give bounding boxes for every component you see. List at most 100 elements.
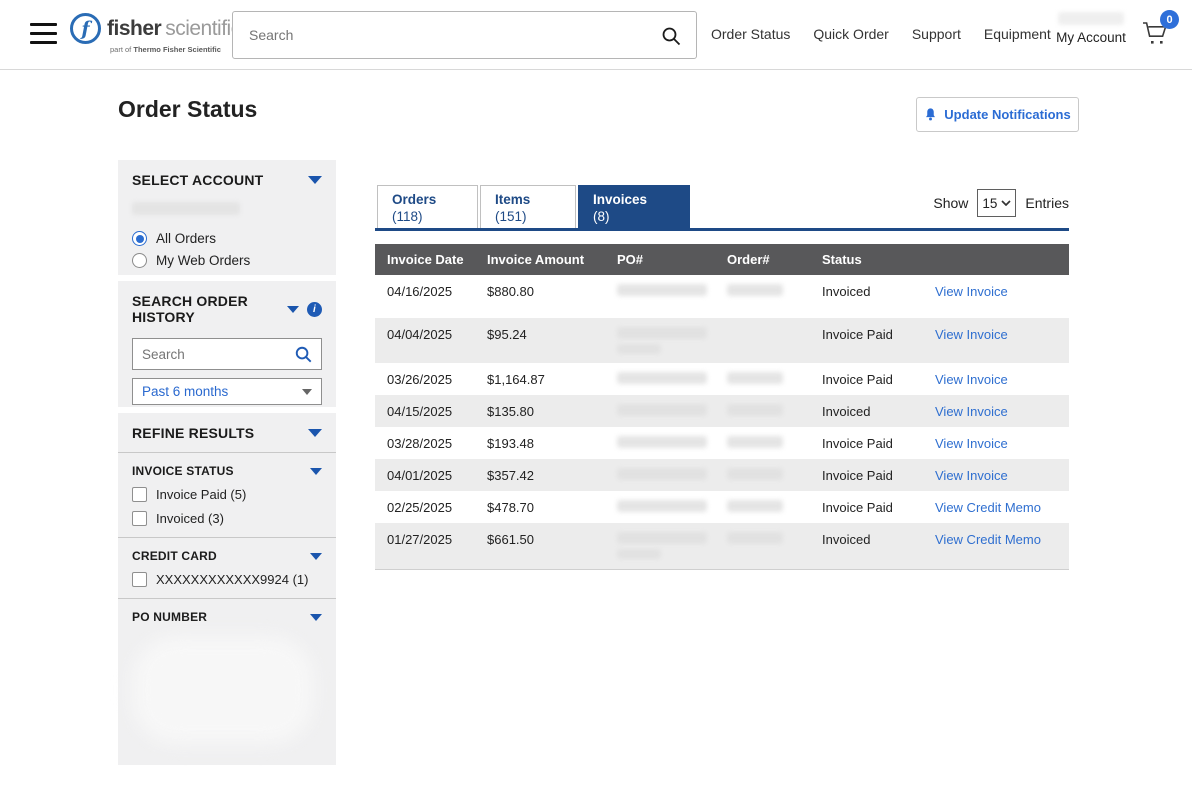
redacted-order-number — [727, 468, 783, 480]
chevron-down-icon[interactable] — [310, 614, 322, 621]
invoice-amount-cell: $135.80 — [475, 395, 605, 427]
credit-card-title: CREDIT CARD — [132, 549, 217, 563]
redacted-order-number — [727, 532, 783, 544]
view-invoice-link[interactable]: View Invoice — [935, 284, 1008, 299]
date-range-select[interactable]: Past 6 months — [132, 378, 322, 405]
radio-my-web-orders[interactable]: My Web Orders — [132, 253, 322, 268]
order-number-cell — [715, 459, 810, 491]
filter-invoiced[interactable]: Invoiced (3) — [132, 511, 322, 526]
po-number-cell — [605, 523, 715, 569]
checkbox-icon — [132, 511, 147, 526]
search-icon[interactable] — [294, 345, 313, 369]
redacted-order-number — [727, 372, 783, 384]
view-invoice-link[interactable]: View Credit Memo — [935, 500, 1041, 515]
refine-results-title: REFINE RESULTS — [132, 425, 254, 441]
chevron-down-icon[interactable] — [287, 306, 299, 313]
redacted-po-number — [617, 532, 707, 544]
invoice-status-title: INVOICE STATUS — [132, 464, 234, 478]
tab-items[interactable]: Items (151) — [480, 185, 576, 228]
invoice-date-cell: 02/25/2025 — [375, 491, 475, 523]
search-input[interactable] — [233, 12, 653, 58]
nav-support[interactable]: Support — [912, 26, 961, 42]
redacted-order-number — [727, 436, 783, 448]
radio-all-orders[interactable]: All Orders — [132, 231, 322, 246]
table-row: 04/16/2025 $880.80 Invoiced View Invoice — [375, 275, 1069, 318]
update-notifications-button[interactable]: Update Notifications — [916, 97, 1079, 132]
menu-icon[interactable] — [30, 23, 57, 44]
invoice-date-cell: 04/04/2025 — [375, 318, 475, 363]
invoice-date-cell: 01/27/2025 — [375, 523, 475, 569]
search-icon[interactable] — [660, 25, 682, 52]
chevron-down-icon[interactable] — [308, 429, 322, 437]
view-invoice-link[interactable]: View Invoice — [935, 404, 1008, 419]
status-cell: Invoice Paid — [810, 491, 923, 523]
table-row: 02/25/2025 $478.70 Invoice Paid View Cre… — [375, 491, 1069, 523]
po-number-cell — [605, 491, 715, 523]
order-status-page: f fisher scientific part of Thermo Fishe… — [0, 0, 1192, 793]
chevron-down-icon[interactable] — [308, 176, 322, 184]
table-row: 04/01/2025 $357.42 Invoice Paid View Inv… — [375, 459, 1069, 491]
redacted-po-filters — [132, 636, 314, 744]
redacted-po-number — [617, 327, 707, 339]
invoice-date-cell: 04/15/2025 — [375, 395, 475, 427]
chevron-down-icon[interactable] — [310, 468, 322, 475]
view-invoice-link[interactable]: View Invoice — [935, 372, 1008, 387]
redacted-po-number — [617, 468, 707, 480]
table-row: 04/15/2025 $135.80 Invoiced View Invoice — [375, 395, 1069, 427]
chevron-down-icon[interactable] — [310, 553, 322, 560]
redacted-po-number — [617, 500, 707, 512]
po-number-cell — [605, 318, 715, 363]
po-number-cell — [605, 275, 715, 318]
action-cell: View Invoice — [923, 275, 1069, 318]
col-invoice-amount: Invoice Amount — [475, 252, 605, 267]
po-number-cell — [605, 427, 715, 459]
nav-order-status[interactable]: Order Status — [711, 26, 790, 42]
action-cell: View Credit Memo — [923, 523, 1069, 569]
order-history-search — [132, 338, 322, 370]
po-number-cell — [605, 459, 715, 491]
po-number-cell — [605, 395, 715, 427]
filter-credit-card[interactable]: XXXXXXXXXXXX9924 (1) — [132, 572, 322, 587]
action-cell: View Invoice — [923, 427, 1069, 459]
view-invoice-link[interactable]: View Invoice — [935, 436, 1008, 451]
col-invoice-date: Invoice Date — [375, 252, 475, 267]
search-order-history-title: SEARCH ORDER HISTORY — [132, 293, 287, 325]
top-nav-links: Order Status Quick Order Support Equipme… — [711, 26, 1051, 42]
invoices-table: Invoice Date Invoice Amount PO# Order# S… — [375, 244, 1069, 570]
action-cell: View Invoice — [923, 395, 1069, 427]
action-cell: View Invoice — [923, 318, 1069, 363]
tab-invoices[interactable]: Invoices (8) — [578, 185, 690, 228]
order-number-cell — [715, 395, 810, 427]
nav-equipment[interactable]: Equipment — [984, 26, 1051, 42]
view-invoice-link[interactable]: View Invoice — [935, 327, 1008, 342]
my-account-menu[interactable]: My Account — [1052, 12, 1130, 47]
brand-name-bold: fisher — [107, 17, 161, 41]
select-account-title: SELECT ACCOUNT — [132, 172, 263, 188]
checkbox-icon — [132, 487, 147, 502]
table-row: 01/27/2025 $661.50 Invoiced View Credit … — [375, 523, 1069, 569]
invoice-amount-cell: $661.50 — [475, 523, 605, 569]
view-invoice-link[interactable]: View Credit Memo — [935, 532, 1041, 547]
filter-invoice-paid[interactable]: Invoice Paid (5) — [132, 487, 322, 502]
bell-icon — [924, 107, 937, 122]
invoice-date-cell: 03/26/2025 — [375, 363, 475, 395]
cart-button[interactable]: 0 — [1141, 19, 1171, 51]
invoice-date-cell: 03/28/2025 — [375, 427, 475, 459]
my-account-label: My Account — [1056, 30, 1126, 45]
update-notifications-label: Update Notifications — [944, 107, 1070, 122]
order-number-cell — [715, 491, 810, 523]
entries-label: Entries — [1025, 195, 1069, 211]
order-history-search-input[interactable] — [133, 339, 288, 369]
cart-count-badge: 0 — [1160, 10, 1179, 29]
entries-select[interactable]: 15 — [977, 189, 1016, 217]
action-cell: View Credit Memo — [923, 491, 1069, 523]
view-invoice-link[interactable]: View Invoice — [935, 468, 1008, 483]
redacted-po-number-line2 — [617, 344, 661, 354]
info-icon[interactable]: i — [307, 302, 322, 317]
col-status: Status — [810, 252, 923, 267]
tab-orders[interactable]: Orders (118) — [377, 185, 478, 228]
redacted-account-name — [132, 202, 240, 215]
fisher-scientific-logo[interactable]: f fisher scientific part of Thermo Fishe… — [70, 13, 241, 54]
invoice-amount-cell: $880.80 — [475, 275, 605, 318]
nav-quick-order[interactable]: Quick Order — [813, 26, 888, 42]
